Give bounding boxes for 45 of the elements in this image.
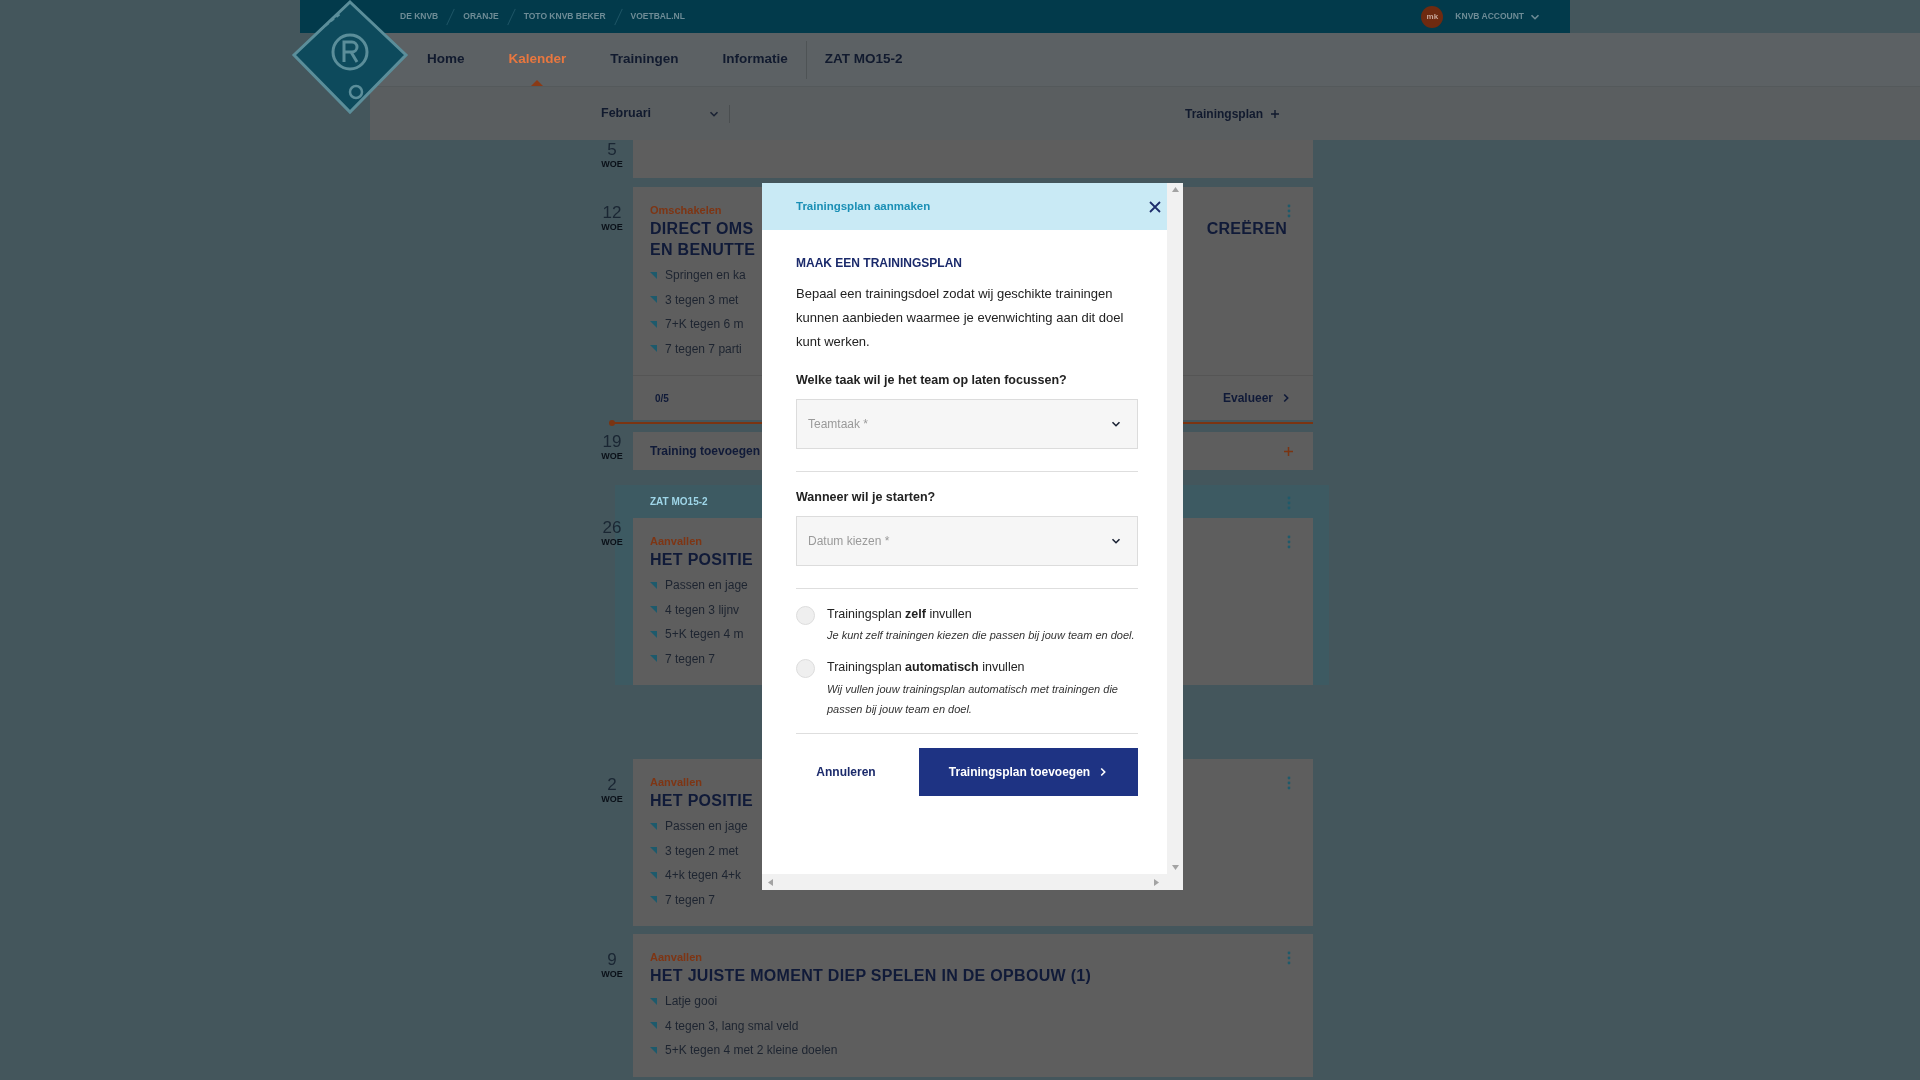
weekday-label: WOE [601,451,623,462]
option-label: Trainingsplan automatisch invullen [827,659,1026,677]
exercise-label: Passen en jage [665,818,748,836]
exercise-label: 4 tegen 3 lijnv [665,601,740,619]
exercise-label: 7 tegen 7 parti [665,340,742,358]
category-label: Omschakelen [650,203,723,218]
select-placeholder: Datum kiezen * [808,532,890,550]
training-title: DIRECT OMS [650,219,755,239]
option-description: Wij vullen jouw trainingsplan automatisch met trainingen die passen bij jouw team en doel. [827,682,1119,717]
weekday-label: WOE [601,794,623,805]
select-placeholder: Teamtaak * [808,415,869,433]
question-label: Wanneer wil je starten? [796,488,937,506]
exercise-label: 3 tegen 2 met [665,842,739,860]
description-text: Bepaal een trainingsdoel zodat wij geschikte trainingen kunnen aanbieden waarmee je evenwichting aan dit doel kunt werken. [796,285,1125,351]
category-label: Aanvallen [650,950,703,965]
training-title: CREËREN [1206,219,1287,239]
team-label: ZAT MO15-2 [650,495,708,509]
weekday-label: WOE [601,159,623,170]
exercise-label: 3 tegen 3 met [665,291,739,309]
modal-heading: MAAK EEN TRAININGSPLAN [796,255,963,272]
training-title: HET POSITIE [650,791,753,811]
exercise-label: 5+K tegen 4 met 2 kleine doelen [665,1042,838,1060]
category-label: Aanvallen [650,775,703,790]
team-name: ZAT MO15-2 [824,50,903,69]
exercise-label: 4+k tegen 4+k [665,867,742,885]
weekday-label: WOE [601,537,623,548]
training-title: HET POSITIE [650,550,753,570]
training-title: EN BENUTTE [650,240,756,260]
exercise-label: 4 tegen 3, lang smal veld [665,1017,799,1035]
weekday-label: WOE [601,222,623,233]
score-label: 0/5 [655,391,669,406]
exercise-label: Springen en ka [665,267,746,285]
exercise-label: 7 tegen 7 [665,650,716,668]
modal-title: Trainingsplan aanmaken [796,198,931,214]
exercise-label: Latje gooi [665,993,718,1011]
exercise-label: 7+K tegen 6 m [665,316,744,334]
weekday-label: WOE [601,969,623,980]
exercise-label: Passen en jage [665,577,748,595]
question-label: Welke taak wil je het team op laten focussen? [796,372,1068,389]
category-label: Aanvallen [650,534,703,549]
option-description: Je kunt zelf trainingen kiezen die passen bij jouw team en doel. [827,628,1135,644]
exercise-label: 5+K tegen 4 m [665,626,744,644]
option-label: Trainingsplan zelf invullen [827,605,973,623]
training-title: HET JUISTE MOMENT DIEP SPELEN IN DE OPBOUW (1) [650,966,1092,986]
exercise-label: 7 tegen 7 [665,891,716,909]
